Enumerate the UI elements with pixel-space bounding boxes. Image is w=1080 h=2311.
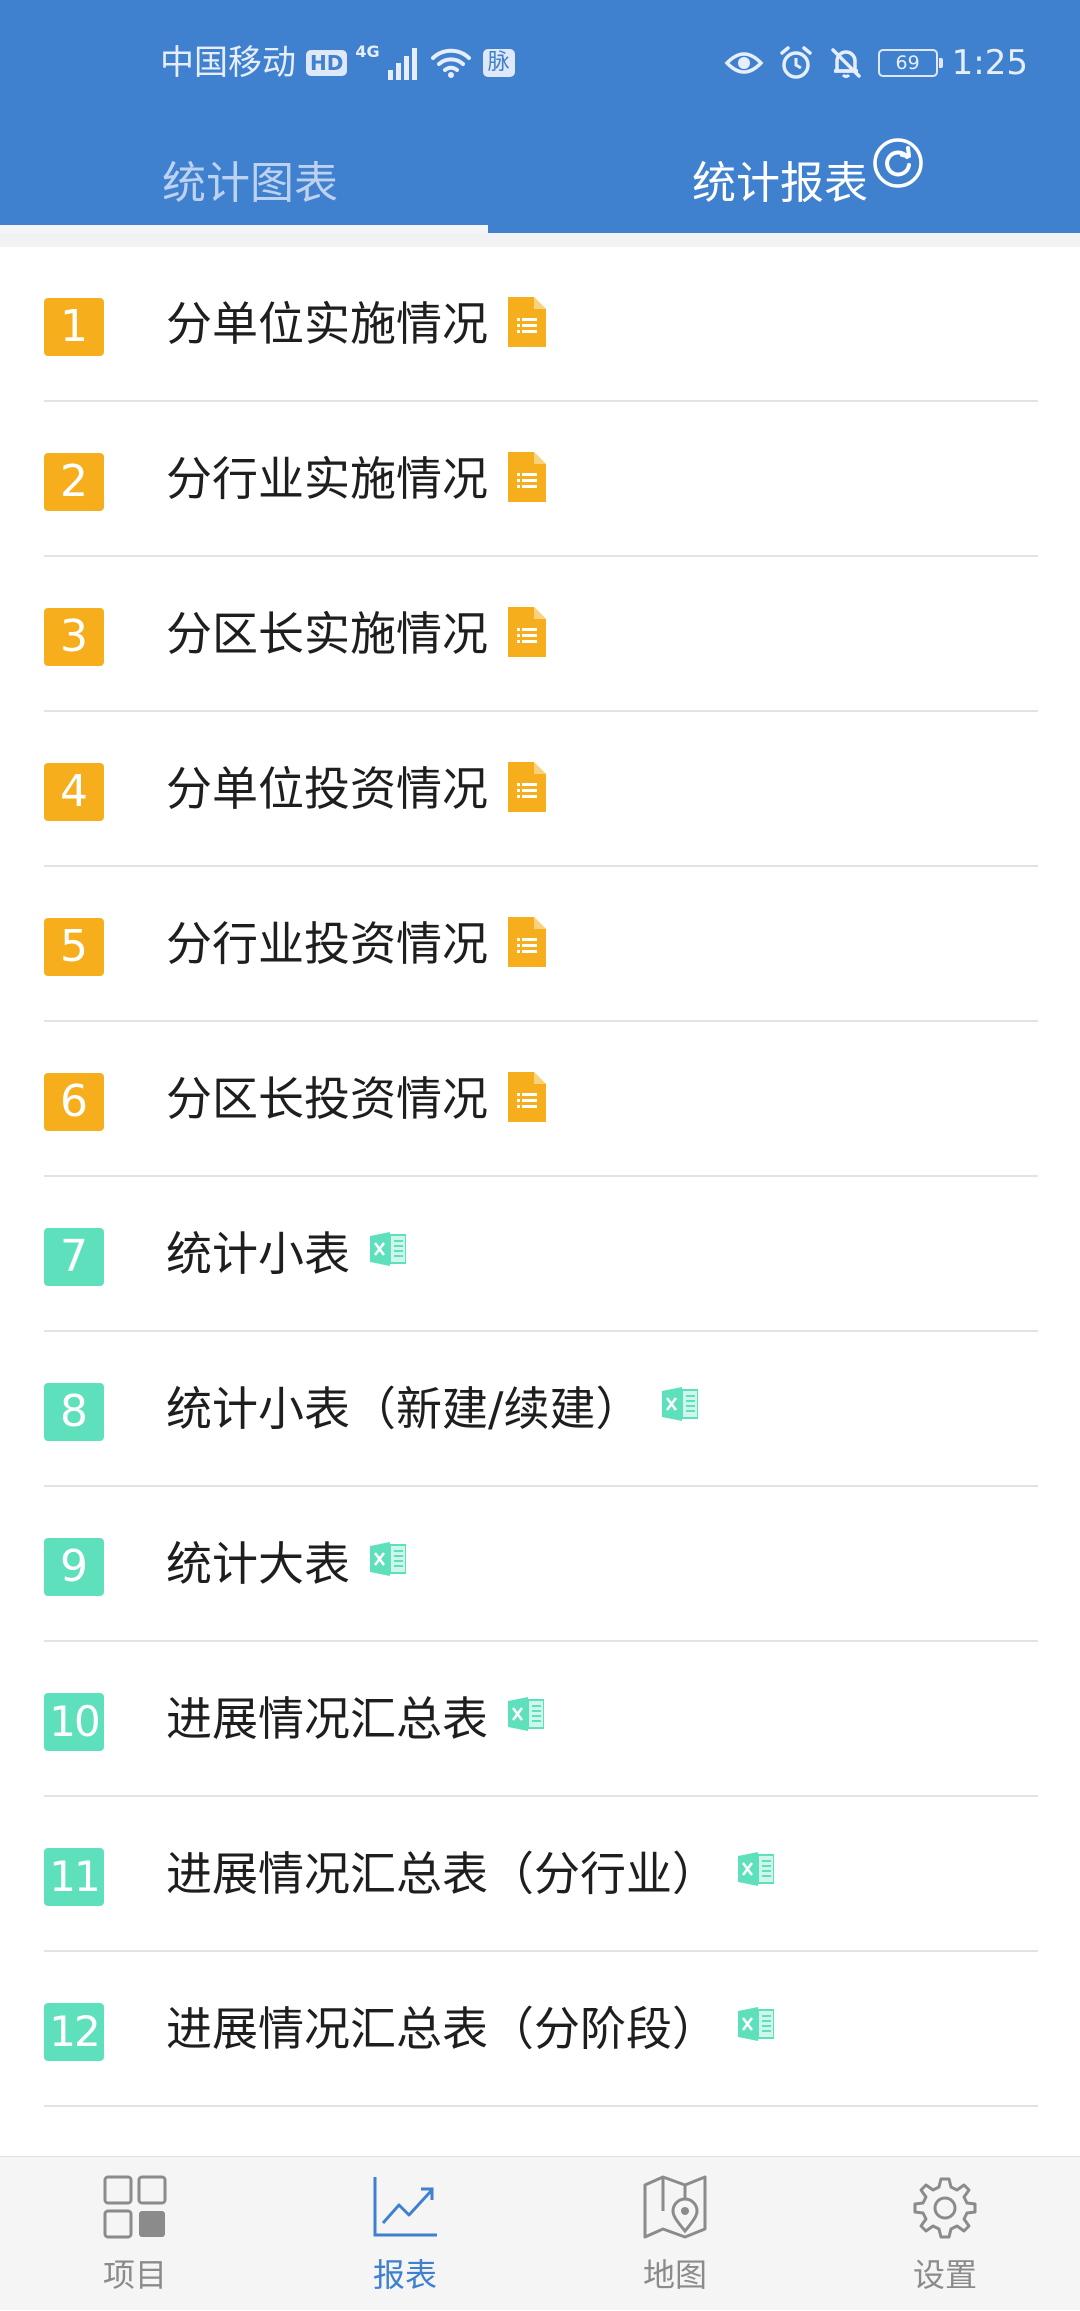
tab-statistics-charts[interactable]: 统计图表 [0,124,540,233]
item-label: 进展情况汇总表（分阶段） [166,2001,718,2056]
excel-icon [738,2006,774,2041]
nav-label: 地图 [642,2256,707,2294]
eye-icon [724,47,764,79]
item-number-badge: 3 [44,607,104,666]
item-label: 统计小表（新建/续建） [166,1381,642,1436]
list-item[interactable]: 5 分行业投资情况 [44,867,1038,1022]
document-icon [508,296,546,347]
list-item[interactable]: 3 分区长实施情况 [44,557,1038,712]
document-icon [508,451,546,502]
item-label: 分区长实施情况 [166,606,488,661]
map-pin-icon [639,2171,711,2243]
item-number-badge: 12 [44,2002,104,2061]
item-label: 分区长投资情况 [166,1071,488,1126]
item-label: 进展情况汇总表（分行业） [166,1846,718,1901]
report-list: 1 分单位实施情况 2 分行业实施情况 3 分区长实施情况 4 分单位投资情况 … [0,247,1080,2107]
app-notification-badge: 脉 [482,49,515,77]
app-header: 中国移动 HD 4G 脉 69 1:25 统计图表 统计报表 [0,0,1080,233]
list-item[interactable]: 10 进展情况汇总表 [44,1642,1038,1797]
document-icon [508,761,546,812]
list-item[interactable]: 7 统计小表 [44,1177,1038,1332]
network-type: 4G [355,42,380,61]
list-item[interactable]: 12 进展情况汇总表（分阶段） [44,1952,1038,2107]
hd-badge: HD [306,50,348,76]
list-item[interactable]: 8 统计小表（新建/续建） [44,1332,1038,1487]
item-number-badge: 2 [44,452,104,511]
tab-track [488,225,1080,233]
excel-icon [370,1541,406,1576]
excel-icon [370,1231,406,1266]
list-item[interactable]: 1 分单位实施情况 [44,247,1038,402]
nav-reports[interactable]: 报表 [270,2157,540,2311]
nav-label: 项目 [102,2256,167,2294]
nav-label: 设置 [912,2256,977,2294]
item-number-badge: 5 [44,917,104,976]
refresh-icon [873,138,923,188]
document-icon [508,1071,546,1122]
item-label: 分行业投资情况 [166,916,488,971]
item-number-badge: 6 [44,1072,104,1131]
bell-muted-icon [828,45,864,81]
list-item[interactable]: 2 分行业实施情况 [44,402,1038,557]
item-number-badge: 10 [44,1692,104,1751]
item-number-badge: 1 [44,297,104,356]
tab-statistics-reports[interactable]: 统计报表 [540,124,1080,233]
list-item[interactable]: 4 分单位投资情况 [44,712,1038,867]
list-item[interactable]: 6 分区长投资情况 [44,1022,1038,1177]
document-icon [508,916,546,967]
item-label: 分单位实施情况 [166,296,488,351]
active-tab-indicator [0,225,488,233]
list-item[interactable]: 11 进展情况汇总表（分行业） [44,1797,1038,1952]
signal-icon [387,46,417,80]
status-left: 中国移动 HD 4G 脉 [160,38,515,88]
item-label: 统计大表 [166,1536,350,1591]
gear-icon [909,2171,981,2243]
battery-icon: 69 [877,49,943,77]
tab-separator [0,233,1080,247]
item-number-badge: 8 [44,1382,104,1441]
excel-icon [508,1696,544,1731]
item-label: 分行业实施情况 [166,451,488,506]
refresh-button[interactable] [871,136,925,190]
bottom-navigation: 项目 报表 地图 设置 [0,2156,1080,2310]
grid-icon [99,2171,171,2243]
clock: 1:25 [951,43,1028,83]
nav-projects[interactable]: 项目 [0,2157,270,2311]
item-label: 进展情况汇总表 [166,1691,488,1746]
status-bar: 中国移动 HD 4G 脉 69 1:25 [0,0,1080,124]
carrier-name: 中国移动 [160,43,296,83]
excel-icon [661,1386,698,1421]
tab-label: 统计报表 [692,157,868,209]
nav-label: 报表 [372,2256,437,2294]
item-number-badge: 7 [44,1227,104,1286]
nav-settings[interactable]: 设置 [810,2157,1080,2311]
battery-level: 69 [895,52,920,74]
list-item[interactable]: 9 统计大表 [44,1487,1038,1642]
excel-icon [738,1851,774,1886]
document-icon [508,606,546,657]
item-number-badge: 4 [44,762,104,821]
item-label: 分单位投资情况 [166,761,488,816]
wifi-icon [430,47,471,79]
item-number-badge: 9 [44,1537,104,1596]
item-number-badge: 11 [44,1847,104,1906]
tab-label: 统计图表 [162,157,338,209]
nav-map[interactable]: 地图 [540,2157,810,2311]
item-label: 统计小表 [166,1226,350,1281]
alarm-icon [778,45,814,81]
status-right: 69 1:25 [724,38,1028,88]
trend-chart-icon [369,2171,441,2243]
